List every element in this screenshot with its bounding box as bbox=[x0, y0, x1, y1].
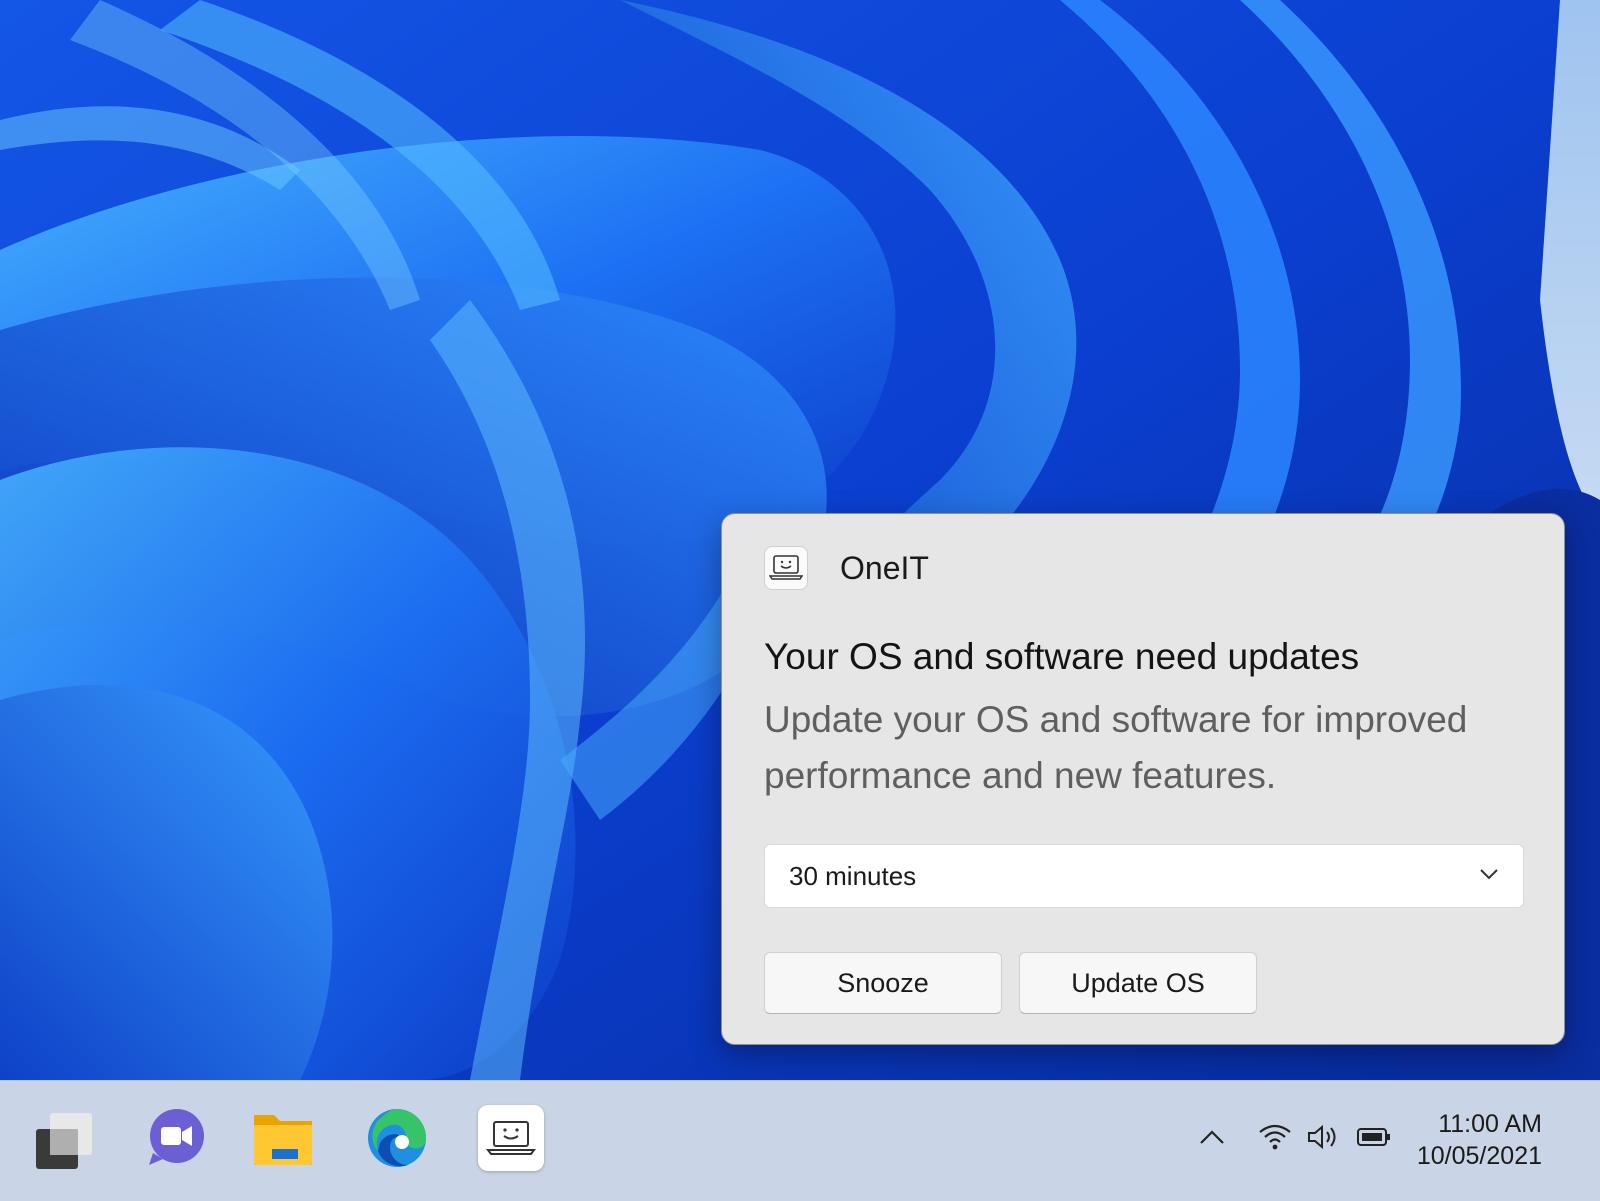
volume-icon[interactable] bbox=[1306, 1104, 1342, 1170]
laptop-smile-icon bbox=[764, 546, 808, 590]
wifi-icon[interactable] bbox=[1258, 1104, 1292, 1170]
toast-body: Update your OS and software for improved… bbox=[764, 699, 1468, 796]
toast-notification: OneIT Your OS and software need updates … bbox=[721, 513, 1565, 1045]
clock-date: 10/05/2021 bbox=[1416, 1142, 1542, 1170]
update-os-button[interactable]: Update OS bbox=[1019, 952, 1257, 1014]
toast-app-name: OneIT bbox=[840, 549, 929, 586]
chevron-down-icon bbox=[1479, 867, 1499, 885]
start-icon[interactable] bbox=[28, 1105, 94, 1171]
taskbar-clock[interactable]: 11:00 AM 10/05/2021 bbox=[1404, 1108, 1542, 1172]
oneit-icon[interactable] bbox=[478, 1105, 544, 1171]
snooze-button[interactable]: Snooze bbox=[764, 952, 1002, 1014]
toast-header: OneIT bbox=[764, 544, 929, 592]
file-explorer-icon[interactable] bbox=[250, 1105, 316, 1171]
teams-icon[interactable] bbox=[143, 1105, 209, 1171]
toast-title: Your OS and software need updates bbox=[764, 636, 1360, 677]
clock-time: 11:00 AM bbox=[1438, 1110, 1542, 1138]
dropdown-selected-value: 30 minutes bbox=[789, 860, 917, 891]
chevron-up-icon[interactable] bbox=[1198, 1104, 1226, 1170]
snooze-duration-dropdown[interactable]: 30 minutes bbox=[764, 844, 1524, 908]
battery-icon[interactable] bbox=[1356, 1104, 1392, 1170]
edge-icon[interactable] bbox=[364, 1105, 430, 1171]
